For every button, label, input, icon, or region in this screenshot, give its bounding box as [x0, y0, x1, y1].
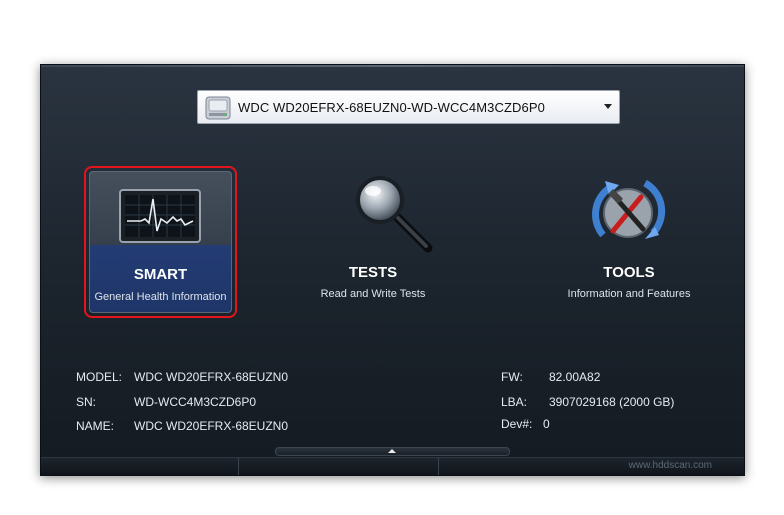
smart-button[interactable]: SMART General Health Information: [84, 166, 237, 318]
tools-title: TOOLS: [603, 264, 655, 281]
tests-button[interactable]: TESTS Read and Write Tests: [298, 165, 448, 315]
drive-select-dropdown[interactable]: WDC WD20EFRX-68EUZN0-WD-WCC4M3CZD6P0: [197, 90, 620, 124]
tools-icon: [592, 179, 666, 239]
tools-subtitle: Information and Features: [567, 288, 691, 300]
model-value: WDC WD20EFRX-68EUZN0: [134, 370, 289, 384]
drive-info-right: FW: 82.00A82 LBA: 3907029168 (2000 GB) D…: [501, 370, 721, 440]
sn-label: SN:: [76, 395, 97, 409]
dev-label: Dev#:: [501, 417, 533, 431]
dev-value: 0: [543, 417, 550, 431]
smart-title: SMART: [133, 266, 188, 283]
model-label: MODEL:: [76, 370, 123, 384]
tests-title: TESTS: [348, 264, 398, 281]
hard-drive-icon: [205, 96, 231, 120]
magnifier-icon: [356, 176, 433, 253]
smart-tile-body: SMART General Health Information: [89, 171, 232, 313]
drive-info-left: MODEL: WDC WD20EFRX-68EUZN0 SN: WD-WCC4M…: [76, 370, 336, 440]
name-value: WDC WD20EFRX-68EUZN0: [134, 419, 289, 433]
expand-panel-handle[interactable]: [275, 447, 510, 456]
watermark-text: www.hddscan.com: [628, 460, 712, 471]
chevron-down-icon[interactable]: [604, 104, 612, 109]
fw-value: 82.00A82: [549, 370, 601, 384]
lba-value: 3907029168 (2000 GB): [549, 395, 675, 409]
status-bar: www.hddscan.com: [41, 457, 744, 475]
selected-drive-label: WDC WD20EFRX-68EUZN0-WD-WCC4M3CZD6P0: [238, 100, 545, 115]
fw-label: FW:: [501, 370, 523, 384]
monitor-heartbeat-icon: [119, 189, 201, 243]
hddscan-main-window: WDC WD20EFRX-68EUZN0-WD-WCC4M3CZD6P0 SMA…: [40, 64, 745, 476]
tools-button[interactable]: TOOLS Information and Features: [554, 165, 704, 315]
status-separator: [438, 458, 439, 475]
chevron-up-icon: [388, 449, 396, 453]
lba-label: LBA:: [501, 395, 528, 409]
name-label: NAME:: [76, 419, 115, 433]
sn-value: WD-WCC4M3CZD6P0: [134, 395, 257, 409]
smart-subtitle: General Health Information: [94, 291, 227, 303]
status-separator: [238, 458, 239, 475]
tests-subtitle: Read and Write Tests: [320, 288, 426, 300]
